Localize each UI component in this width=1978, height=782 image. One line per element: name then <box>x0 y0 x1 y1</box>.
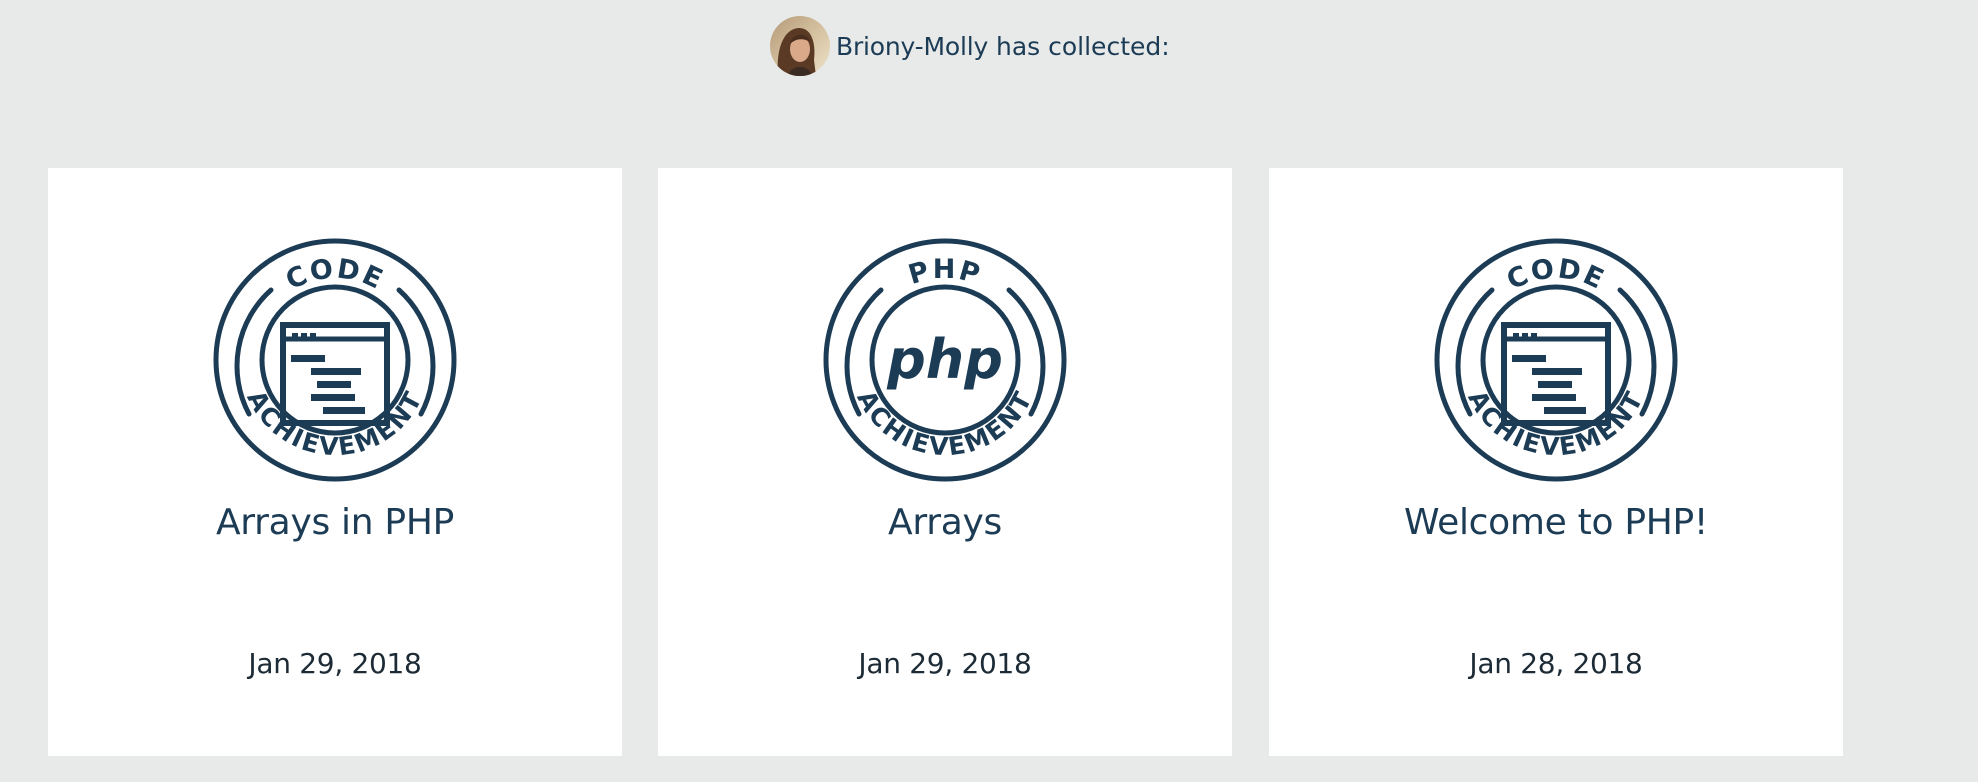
svg-text:php: php <box>886 328 1003 391</box>
avatar-photo-icon <box>770 16 830 76</box>
collected-label: has collected: <box>988 31 1170 61</box>
achievement-date: Jan 29, 2018 <box>248 647 422 680</box>
svg-text:CODE: CODE <box>1502 253 1610 296</box>
svg-text:CODE: CODE <box>281 253 389 296</box>
code-achievement-badge: CODE ACHIEVEMENT <box>213 238 457 482</box>
achievement-card[interactable]: CODE ACHIEVEMENT Arrays in PHP Jan 29, 2… <box>48 168 622 756</box>
achievement-title[interactable]: Arrays in PHP <box>48 502 622 543</box>
achievement-title[interactable]: Welcome to PHP! <box>1269 502 1843 543</box>
achievement-title[interactable]: Arrays <box>658 502 1232 543</box>
user-name[interactable]: Briony-Molly <box>836 32 988 61</box>
collection-header: Briony-Molly has collected: <box>770 16 1170 76</box>
code-window-icon: CODE ACHIEVEMENT <box>213 238 457 482</box>
achievement-date: Jan 28, 2018 <box>1469 647 1643 680</box>
php-logo-icon: PHP ACHIEVEMENT php <box>823 238 1067 482</box>
achievement-card[interactable]: PHP ACHIEVEMENT php Arrays Jan 29, 2018 <box>658 168 1232 756</box>
code-achievement-badge: CODE ACHIEVEMENT <box>1434 238 1678 482</box>
achievement-date: Jan 29, 2018 <box>858 647 1032 680</box>
svg-text:ACHIEVEMENT: ACHIEVEMENT <box>851 385 1038 461</box>
php-achievement-badge: PHP ACHIEVEMENT php <box>823 238 1067 482</box>
code-window-icon: CODE ACHIEVEMENT <box>1434 238 1678 482</box>
user-avatar[interactable] <box>770 16 830 76</box>
achievement-card[interactable]: CODE ACHIEVEMENT Welcome to PHP! Jan 28,… <box>1269 168 1843 756</box>
